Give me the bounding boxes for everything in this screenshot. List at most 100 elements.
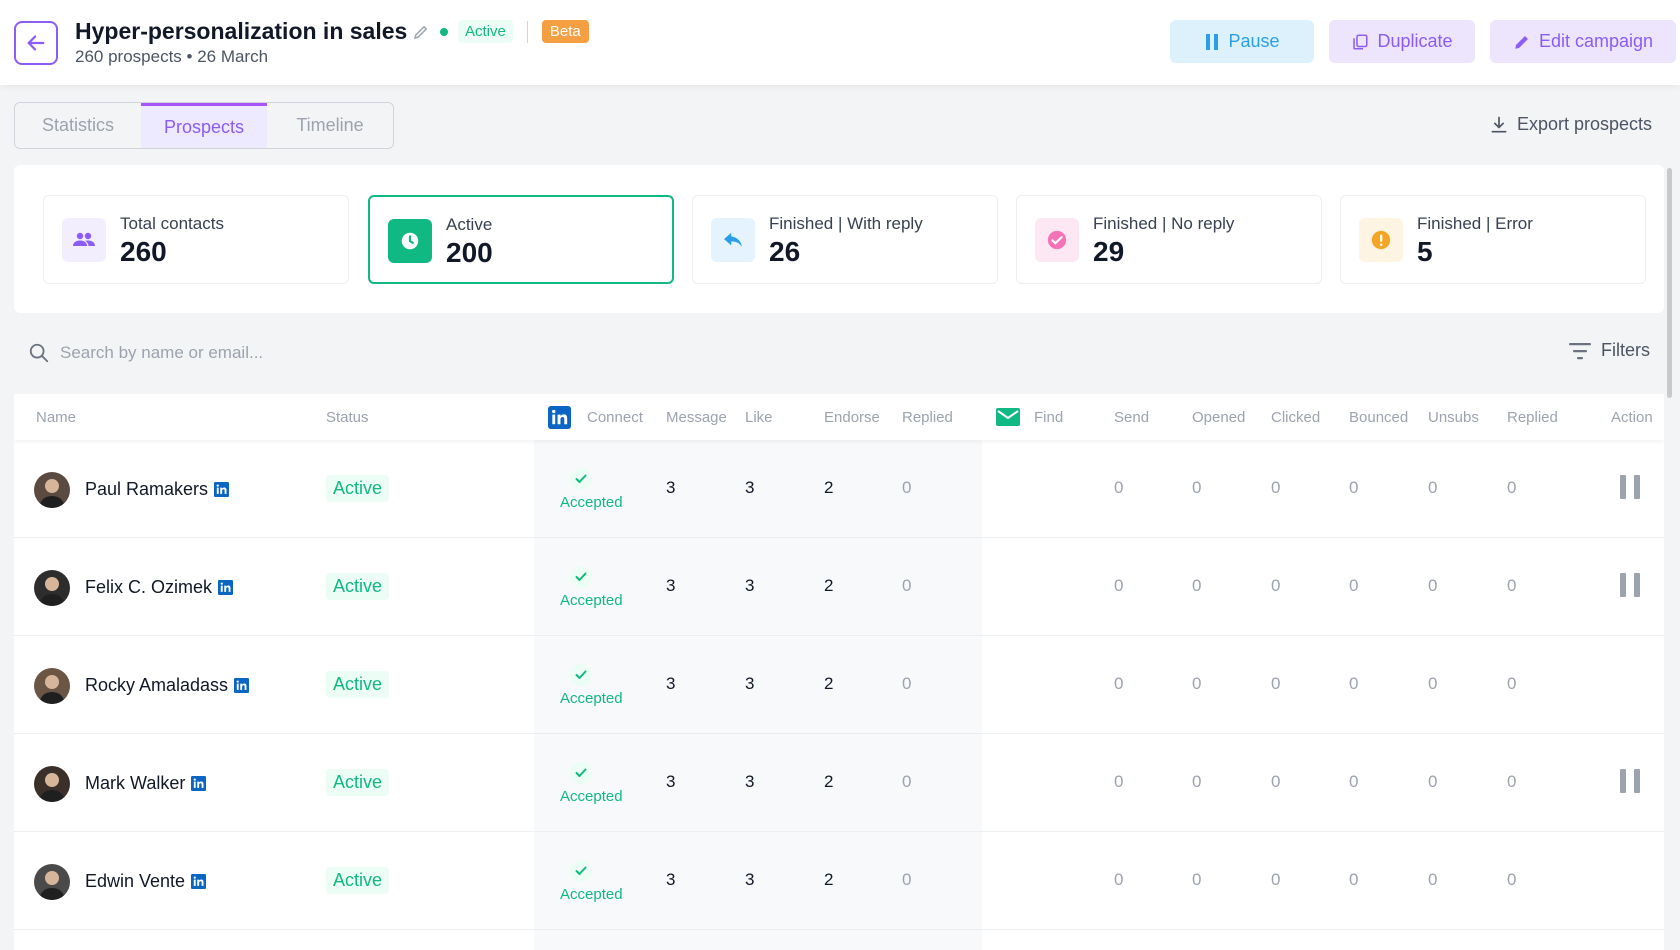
linkedin-icon[interactable] bbox=[234, 678, 250, 693]
prospect-name-text: Rocky Amaladass bbox=[85, 675, 229, 695]
status-badge: Active bbox=[326, 769, 390, 796]
filters-button[interactable]: Filters bbox=[1569, 340, 1650, 361]
users-icon bbox=[62, 218, 106, 262]
clicked-count: 0 bbox=[1271, 870, 1281, 889]
connect-status: Accepted bbox=[560, 690, 623, 707]
status-badge: Active bbox=[326, 671, 390, 698]
like-count: 3 bbox=[745, 870, 755, 889]
column-header-find[interactable]: Find bbox=[1034, 409, 1063, 426]
column-header-like[interactable]: Like bbox=[745, 409, 773, 426]
status-badge: Active bbox=[326, 573, 390, 600]
arrow-left-icon bbox=[27, 35, 45, 51]
column-header-status[interactable]: Status bbox=[326, 409, 369, 426]
table-row[interactable]: Paul Ramakers Active Accepted 3 3 2 0 0 … bbox=[14, 440, 1664, 538]
stat-card-active[interactable]: Active 200 bbox=[368, 195, 674, 284]
edit-campaign-label: Edit campaign bbox=[1538, 31, 1654, 51]
column-header-unsubs[interactable]: Unsubs bbox=[1428, 409, 1479, 426]
linkedin-icon[interactable] bbox=[214, 482, 230, 497]
warning-icon bbox=[1359, 218, 1403, 262]
linkedin-replied-count: 0 bbox=[902, 674, 912, 693]
column-header-connect[interactable]: Connect bbox=[587, 409, 643, 426]
send-count: 0 bbox=[1114, 478, 1124, 497]
column-header-endorse[interactable]: Endorse bbox=[824, 409, 880, 426]
connect-cell: Accepted bbox=[560, 860, 630, 903]
search-input[interactable] bbox=[60, 338, 960, 368]
prospect-name-text: Paul Ramakers bbox=[85, 479, 209, 499]
prospects-table: Name Status Connect Message Like Endorse… bbox=[14, 394, 1664, 950]
linkedin-replied-count: 0 bbox=[902, 576, 912, 595]
scrollbar[interactable] bbox=[1667, 168, 1672, 398]
pause-label: Pause bbox=[1228, 31, 1280, 51]
tab-statistics[interactable]: Statistics bbox=[15, 103, 141, 148]
check-circle-icon bbox=[1035, 218, 1079, 262]
edit-campaign-button[interactable]: Edit campaign bbox=[1490, 20, 1676, 63]
table-row[interactable]: Rocky Amaladass Active Accepted 3 3 2 0 … bbox=[14, 636, 1664, 734]
pause-prospect-button[interactable] bbox=[1620, 573, 1640, 597]
tab-timeline[interactable]: Timeline bbox=[267, 103, 393, 148]
stat-card-finished-with-reply[interactable]: Finished | With reply 26 bbox=[692, 195, 998, 284]
pencil-icon bbox=[1515, 35, 1528, 49]
filters-label: Filters bbox=[1601, 340, 1650, 360]
duplicate-button[interactable]: Duplicate bbox=[1329, 20, 1475, 63]
linkedin-icon[interactable] bbox=[191, 874, 207, 889]
prospect-name[interactable]: Paul Ramakers bbox=[85, 479, 230, 500]
export-prospects-button[interactable]: Export prospects bbox=[1489, 114, 1652, 135]
column-header-send[interactable]: Send bbox=[1114, 409, 1149, 426]
stat-card-total-contacts[interactable]: Total contacts 260 bbox=[43, 195, 349, 284]
linkedin-icon bbox=[548, 406, 571, 429]
message-count: 3 bbox=[666, 478, 676, 497]
column-header-email-replied[interactable]: Replied bbox=[1507, 409, 1558, 426]
stat-card-finished-error[interactable]: Finished | Error 5 bbox=[1340, 195, 1646, 284]
prospect-name[interactable]: Felix C. Ozimek bbox=[85, 577, 234, 598]
avatar[interactable] bbox=[34, 472, 70, 508]
column-header-clicked[interactable]: Clicked bbox=[1271, 409, 1320, 426]
export-label: Export prospects bbox=[1516, 114, 1652, 134]
column-header-linkedin-replied[interactable]: Replied bbox=[902, 409, 953, 426]
check-icon bbox=[570, 762, 592, 784]
send-count: 0 bbox=[1114, 772, 1124, 791]
pause-prospect-button[interactable] bbox=[1620, 475, 1640, 499]
column-header-name[interactable]: Name bbox=[36, 409, 76, 426]
connect-status: Accepted bbox=[560, 788, 623, 805]
title-meta: Active Beta bbox=[412, 20, 589, 43]
linkedin-icon[interactable] bbox=[191, 776, 207, 791]
avatar[interactable] bbox=[34, 766, 70, 802]
stat-value: 29 bbox=[1093, 236, 1125, 267]
pause-prospect-button[interactable] bbox=[1620, 769, 1640, 793]
stat-card-finished-no-reply[interactable]: Finished | No reply 29 bbox=[1016, 195, 1322, 284]
table-row[interactable]: Mark Walker Active Accepted 3 3 2 0 0 0 … bbox=[14, 734, 1664, 832]
avatar[interactable] bbox=[34, 570, 70, 606]
prospect-name[interactable]: Mark Walker bbox=[85, 773, 207, 794]
back-button[interactable] bbox=[14, 21, 58, 65]
check-icon bbox=[570, 860, 592, 882]
status-dot-icon bbox=[440, 27, 448, 36]
clock-icon bbox=[388, 219, 432, 263]
connect-status: Accepted bbox=[560, 592, 623, 609]
tab-prospects[interactable]: Prospects bbox=[141, 103, 267, 148]
stat-label: Finished | With reply bbox=[769, 214, 923, 233]
prospect-name-text: Felix C. Ozimek bbox=[85, 577, 213, 597]
endorse-count: 2 bbox=[824, 576, 834, 595]
tab-bar: Statistics Prospects Timeline bbox=[14, 102, 394, 149]
prospect-name[interactable]: Edwin Vente bbox=[85, 871, 207, 892]
email-replied-count: 0 bbox=[1507, 674, 1517, 693]
download-icon bbox=[1491, 116, 1507, 132]
column-header-message[interactable]: Message bbox=[666, 409, 727, 426]
avatar[interactable] bbox=[34, 864, 70, 900]
table-row[interactable]: Felix C. Ozimek Active Accepted 3 3 2 0 … bbox=[14, 538, 1664, 636]
linkedin-icon[interactable] bbox=[218, 580, 234, 595]
unsubs-count: 0 bbox=[1428, 870, 1438, 889]
pencil-icon[interactable] bbox=[412, 23, 430, 41]
opened-count: 0 bbox=[1192, 870, 1202, 889]
table-row[interactable]: Edwin Vente Active Accepted 3 3 2 0 0 0 … bbox=[14, 832, 1664, 930]
bounced-count: 0 bbox=[1349, 576, 1359, 595]
clicked-count: 0 bbox=[1271, 674, 1281, 693]
column-header-bounced[interactable]: Bounced bbox=[1349, 409, 1408, 426]
page-title: Hyper-personalization in sales bbox=[75, 18, 408, 44]
avatar[interactable] bbox=[34, 668, 70, 704]
pause-button[interactable]: Pause bbox=[1170, 20, 1314, 63]
prospect-name[interactable]: Rocky Amaladass bbox=[85, 675, 250, 696]
stat-label: Total contacts bbox=[120, 214, 224, 233]
connect-status: Accepted bbox=[560, 886, 623, 903]
column-header-opened[interactable]: Opened bbox=[1192, 409, 1245, 426]
